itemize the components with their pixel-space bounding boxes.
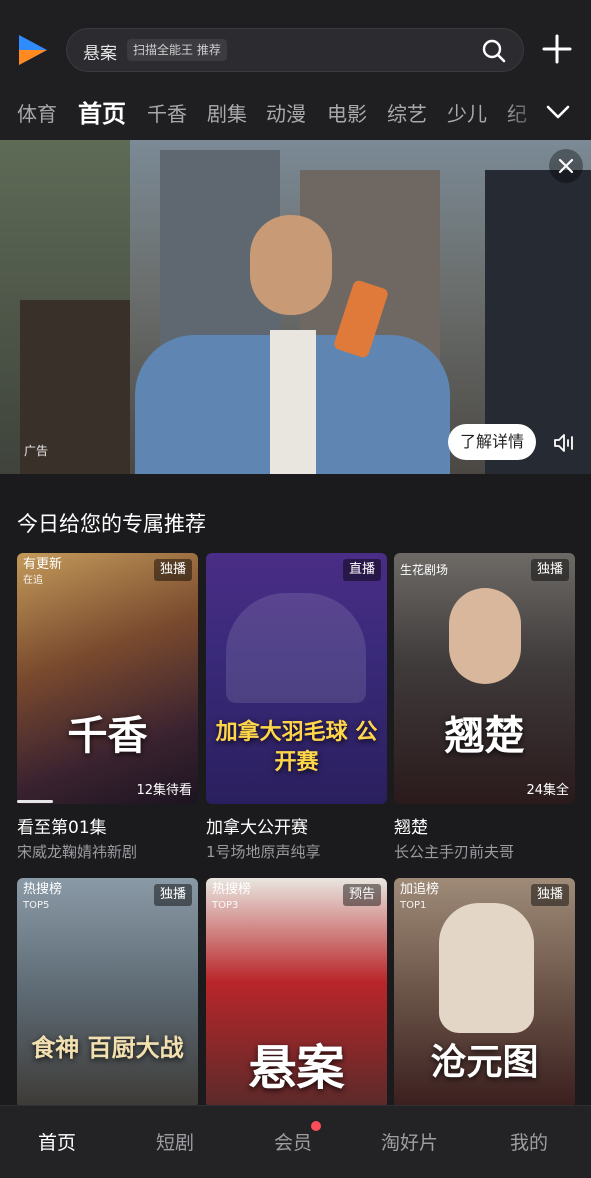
watch-progress (17, 800, 53, 803)
tab-qianxiang[interactable]: 千香 (147, 98, 187, 127)
card-subtitle: 1号场地原声纯享 (206, 843, 321, 861)
rank-badge: 热搜榜 TOP5 (23, 882, 63, 911)
video-card[interactable]: 热搜榜 TOP3 预告 悬案 (206, 878, 387, 1108)
episode-count: 12集待看 (136, 783, 192, 798)
exclusive-badge: 独播 (530, 884, 569, 906)
card-title[interactable]: 加拿大公开赛 (206, 813, 308, 838)
notification-dot (311, 1121, 321, 1131)
app-logo-icon[interactable] (16, 32, 50, 68)
poster-face (439, 903, 534, 1033)
video-card[interactable]: 热搜榜 TOP5 独播 食神 百厨大战 (17, 878, 198, 1108)
top-bar: 悬案 扫描全能王 推荐 (0, 0, 591, 86)
poster-title: 沧元图 (430, 1041, 539, 1083)
poster-title: 悬案 (248, 1040, 345, 1096)
live-badge: 直播 (342, 559, 381, 581)
close-icon (558, 158, 574, 174)
chevron-down-icon[interactable] (545, 101, 571, 123)
tab-home[interactable]: 首页 (78, 94, 126, 129)
card-subtitle: 宋威龙鞠婧祎新剧 (17, 843, 138, 861)
banner-person-tshirt (270, 330, 316, 474)
nav-short-drama[interactable]: 短剧 (156, 1128, 194, 1155)
video-card[interactable]: 有更新 在追 独播 千香 12集待看 (17, 553, 198, 804)
nav-taohaopian[interactable]: 淘好片 (381, 1128, 438, 1155)
card-title[interactable]: 翘楚 (394, 813, 428, 838)
studio-label: 生花剧场 (400, 563, 449, 577)
nav-profile[interactable]: 我的 (510, 1128, 548, 1155)
tab-sports[interactable]: 体育 (17, 98, 57, 127)
channel-tabs: 体育 首页 千香 剧集 动漫 电影 综艺 少儿 纪 (0, 86, 591, 140)
banner-person-head (250, 215, 332, 315)
exclusive-badge: 独播 (530, 559, 569, 581)
rank-badge: 加追榜 TOP1 (400, 882, 440, 911)
search-bar[interactable]: 悬案 扫描全能王 推荐 (66, 28, 524, 72)
poster-title: 千香 (67, 712, 148, 759)
search-query: 悬案 (83, 44, 117, 64)
card-title[interactable]: 看至第01集 (17, 813, 107, 838)
rank-badge: 热搜榜 TOP3 (212, 882, 252, 911)
bottom-navigation: 首页 短剧 会员 淘好片 我的 (0, 1105, 591, 1178)
learn-more-button[interactable]: 了解详情 (448, 424, 536, 460)
exclusive-badge: 独播 (153, 559, 192, 581)
search-recommend-tag: 扫描全能王 推荐 (127, 39, 227, 61)
nav-home[interactable]: 首页 (38, 1128, 76, 1155)
trailer-badge: 预告 (342, 884, 381, 906)
poster-face (449, 588, 521, 684)
tab-drama[interactable]: 剧集 (207, 98, 247, 127)
poster-players (226, 593, 366, 703)
tab-kids[interactable]: 少儿 (447, 98, 487, 127)
tab-variety[interactable]: 综艺 (387, 98, 427, 127)
tab-anime[interactable]: 动漫 (266, 98, 306, 127)
episode-count: 24集全 (526, 783, 569, 798)
search-icon[interactable] (481, 38, 507, 64)
speaker-mute-icon[interactable] (553, 432, 577, 454)
tab-movie[interactable]: 电影 (327, 98, 367, 127)
nav-vip[interactable]: 会员 (274, 1128, 312, 1155)
poster-title: 加拿大羽毛球 公开赛 (215, 720, 378, 775)
card-subtitle: 长公主手刃前夫哥 (394, 843, 515, 861)
poster-title: 食神 百厨大战 (31, 1034, 184, 1062)
plus-icon[interactable] (542, 34, 572, 64)
video-card[interactable]: 加追榜 TOP1 独播 沧元图 (394, 878, 575, 1108)
ad-label: 广告 (24, 444, 49, 458)
poster-title: 翘楚 (444, 712, 525, 759)
update-badge: 有更新 在追 (23, 557, 63, 586)
video-card[interactable]: 直播 加拿大羽毛球 公开赛 (206, 553, 387, 804)
section-title: 今日给您的专属推荐 (17, 512, 206, 536)
video-card[interactable]: 生花剧场 独播 翘楚 24集全 (394, 553, 575, 804)
close-ad-button[interactable] (549, 149, 583, 183)
exclusive-badge: 独播 (153, 884, 192, 906)
